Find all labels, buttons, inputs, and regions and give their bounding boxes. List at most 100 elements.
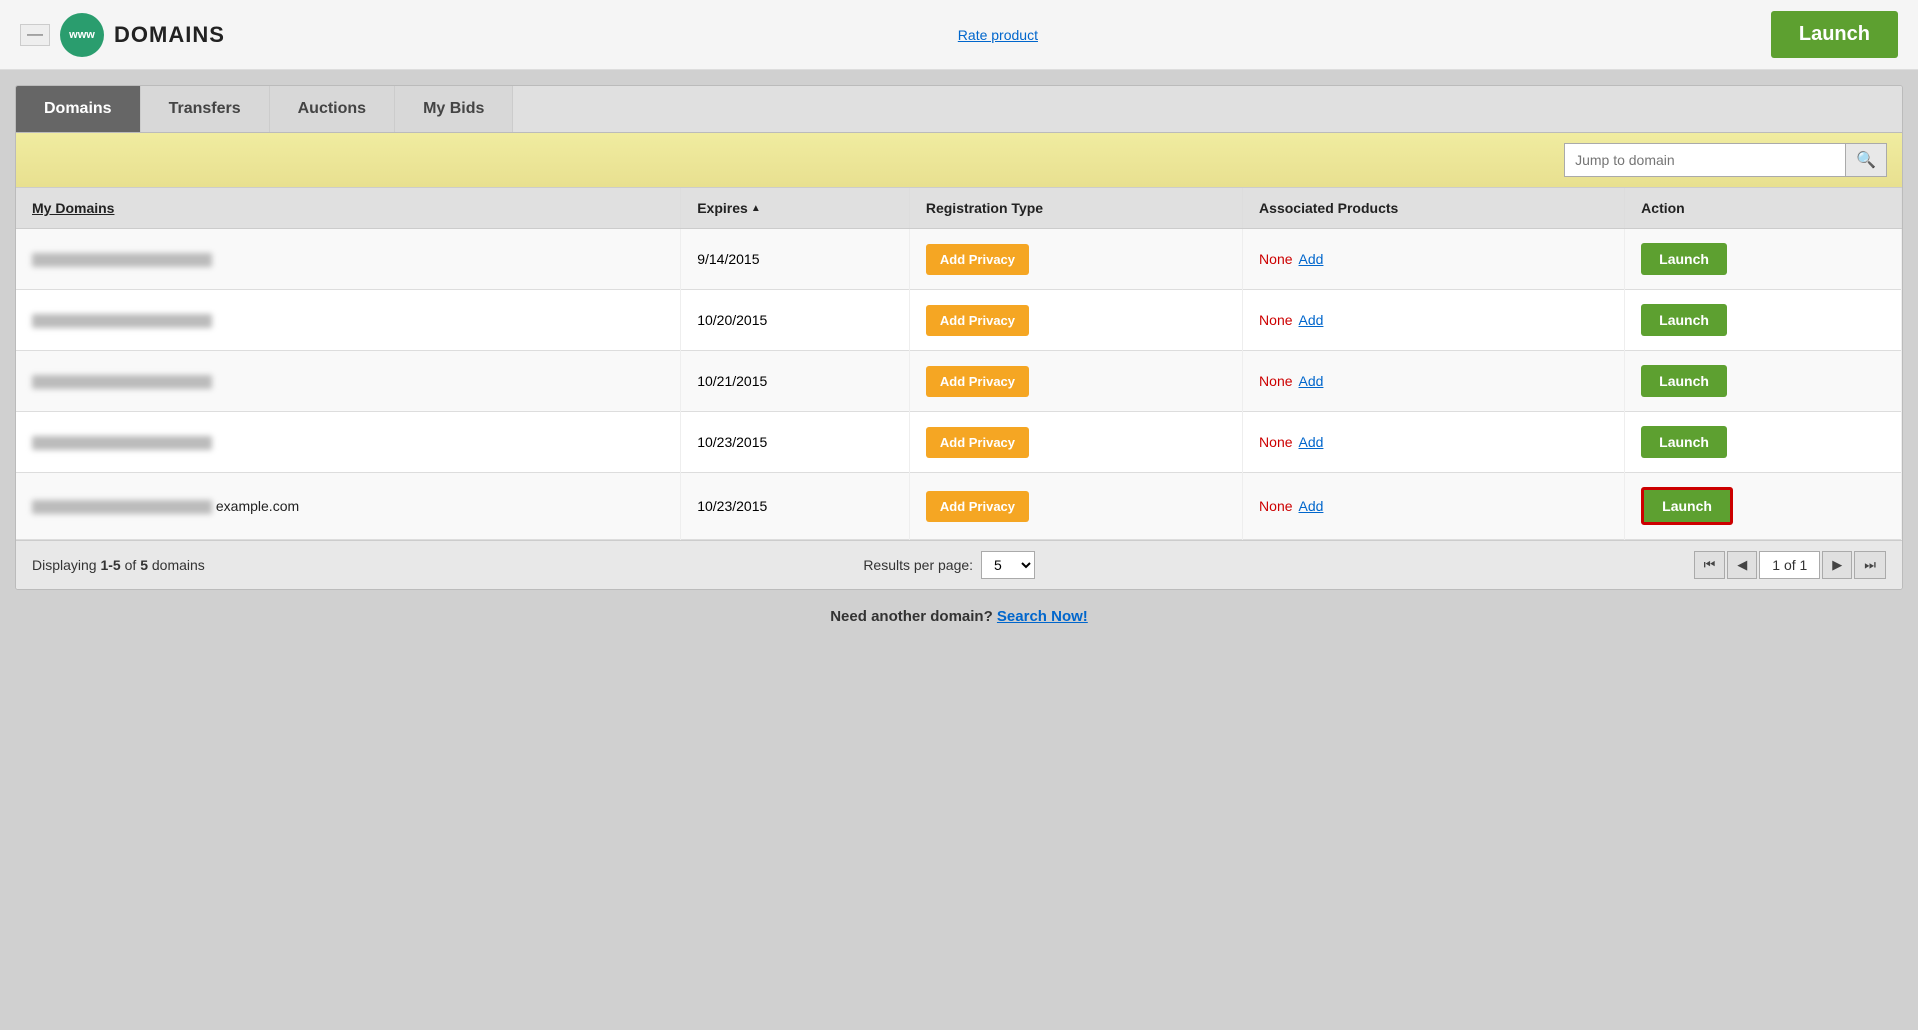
header-center: Rate product [225, 27, 1771, 43]
add-associated-link[interactable]: Add [1299, 312, 1324, 328]
main-container: Domains Transfers Auctions My Bids 🔍 My … [0, 70, 1918, 1030]
col-header-registration-type: Registration Type [909, 188, 1242, 229]
count-bold: 5 [140, 557, 148, 573]
col-header-action: Action [1625, 188, 1902, 229]
bottom-note-text: Need another domain? [830, 608, 993, 625]
action-cell: Launch [1625, 290, 1902, 351]
results-per-page: Results per page: 5 10 25 50 [863, 551, 1035, 579]
search-wrapper: 🔍 [1564, 143, 1887, 177]
domain-name-example: example.com [212, 498, 299, 514]
header-left: — www DOMAINS [20, 13, 225, 57]
launch-button[interactable]: Launch [1641, 365, 1727, 397]
expires-sort: Expires ▲ [697, 200, 761, 216]
tab-auctions[interactable]: Auctions [270, 86, 395, 132]
launch-button[interactable]: Launch [1641, 243, 1727, 275]
registration-type-cell: Add Privacy [909, 229, 1242, 290]
add-privacy-button[interactable]: Add Privacy [926, 491, 1029, 522]
add-associated-link[interactable]: Add [1299, 251, 1324, 267]
registration-type-cell: Add Privacy [909, 412, 1242, 473]
col-header-domains: My Domains [16, 188, 681, 229]
add-privacy-button[interactable]: Add Privacy [926, 366, 1029, 397]
minimize-button[interactable]: — [20, 24, 50, 46]
expires-cell: 10/20/2015 [681, 290, 910, 351]
action-cell: Launch [1625, 412, 1902, 473]
results-per-page-label: Results per page: [863, 557, 973, 573]
domain-name-blurred [32, 314, 212, 328]
expires-cell: 10/23/2015 [681, 412, 910, 473]
associated-products-wrapper: None Add [1259, 251, 1608, 267]
table-row: 9/14/2015 Add Privacy None Add Launch [16, 229, 1902, 290]
launch-button-highlighted[interactable]: Launch [1641, 487, 1733, 525]
table-row: example.com 10/23/2015 Add Privacy None Add L… [16, 473, 1902, 540]
pagination: ⏮ ◀ 1 of 1 ▶ ⏭ [1694, 551, 1886, 579]
domain-name-blurred [32, 436, 212, 450]
table-row: 10/23/2015 Add Privacy NoneAdd Launch [16, 412, 1902, 473]
none-text: None [1259, 251, 1292, 267]
associated-products-wrapper: None Add [1259, 498, 1608, 514]
tab-transfers[interactable]: Transfers [141, 86, 270, 132]
search-input[interactable] [1565, 146, 1845, 174]
none-text: None [1259, 312, 1292, 328]
logo-icon: www [60, 13, 104, 57]
col-header-expires: Expires ▲ [681, 188, 910, 229]
add-associated-link[interactable]: Add [1299, 498, 1324, 514]
range-bold: 1-5 [100, 557, 120, 573]
associated-products-cell: NoneAdd [1243, 351, 1625, 412]
tab-domains[interactable]: Domains [16, 86, 141, 132]
domain-name-blurred [32, 500, 212, 514]
associated-products-wrapper: NoneAdd [1259, 434, 1608, 450]
displaying-text: Displaying 1-5 of 5 domains [32, 557, 205, 573]
table-row: 10/21/2015 Add Privacy NoneAdd Launch [16, 351, 1902, 412]
domain-name-blurred [32, 375, 212, 389]
bottom-note: Need another domain? Search Now! [15, 590, 1903, 643]
search-bar: 🔍 [16, 133, 1902, 188]
domain-cell [16, 229, 681, 290]
associated-products-cell: None Add [1243, 229, 1625, 290]
page-info: 1 of 1 [1759, 551, 1820, 579]
expires-cell: 10/23/2015 [681, 473, 910, 540]
registration-type-cell: Add Privacy [909, 473, 1242, 540]
prev-page-button[interactable]: ◀ [1727, 551, 1757, 579]
results-per-page-select[interactable]: 5 10 25 50 [981, 551, 1035, 579]
last-page-button[interactable]: ⏭ [1854, 551, 1886, 579]
associated-products-wrapper: NoneAdd [1259, 373, 1608, 389]
tab-mybids[interactable]: My Bids [395, 86, 513, 132]
domains-table: My Domains Expires ▲ Registration Type A… [16, 188, 1902, 540]
launch-button[interactable]: Launch [1641, 304, 1727, 336]
next-page-button[interactable]: ▶ [1822, 551, 1852, 579]
search-button[interactable]: 🔍 [1845, 144, 1886, 176]
content-panel: Domains Transfers Auctions My Bids 🔍 My … [15, 85, 1903, 590]
table-row: 10/20/2015 Add Privacy None Add Launch [16, 290, 1902, 351]
domain-cell [16, 290, 681, 351]
associated-products-cell: None Add [1243, 473, 1625, 540]
launch-header-button[interactable]: Launch [1771, 11, 1898, 58]
table-header-row: My Domains Expires ▲ Registration Type A… [16, 188, 1902, 229]
add-privacy-button[interactable]: Add Privacy [926, 305, 1029, 336]
first-page-button[interactable]: ⏮ [1694, 551, 1726, 579]
domain-name-blurred [32, 253, 212, 267]
action-cell: Launch [1625, 229, 1902, 290]
expires-cell: 10/21/2015 [681, 351, 910, 412]
add-privacy-button[interactable]: Add Privacy [926, 427, 1029, 458]
add-associated-link[interactable]: Add [1299, 373, 1324, 389]
expires-cell: 9/14/2015 [681, 229, 910, 290]
associated-products-cell: None Add [1243, 290, 1625, 351]
associated-products-cell: NoneAdd [1243, 412, 1625, 473]
launch-button[interactable]: Launch [1641, 426, 1727, 458]
col-header-associated-products: Associated Products [1243, 188, 1625, 229]
action-cell: Launch [1625, 473, 1902, 540]
domain-cell [16, 412, 681, 473]
search-now-link[interactable]: Search Now! [997, 608, 1088, 625]
tabs-bar: Domains Transfers Auctions My Bids [16, 86, 1902, 133]
none-text: None [1259, 498, 1292, 514]
registration-type-cell: Add Privacy [909, 290, 1242, 351]
domain-cell [16, 351, 681, 412]
table-footer: Displaying 1-5 of 5 domains Results per … [16, 540, 1902, 589]
add-associated-link[interactable]: Add [1299, 434, 1324, 450]
registration-type-cell: Add Privacy [909, 351, 1242, 412]
rate-product-link[interactable]: Rate product [958, 27, 1038, 43]
app-header: — www DOMAINS Rate product Launch [0, 0, 1918, 70]
add-privacy-button[interactable]: Add Privacy [926, 244, 1029, 275]
domain-cell: example.com [16, 473, 681, 540]
action-cell: Launch [1625, 351, 1902, 412]
